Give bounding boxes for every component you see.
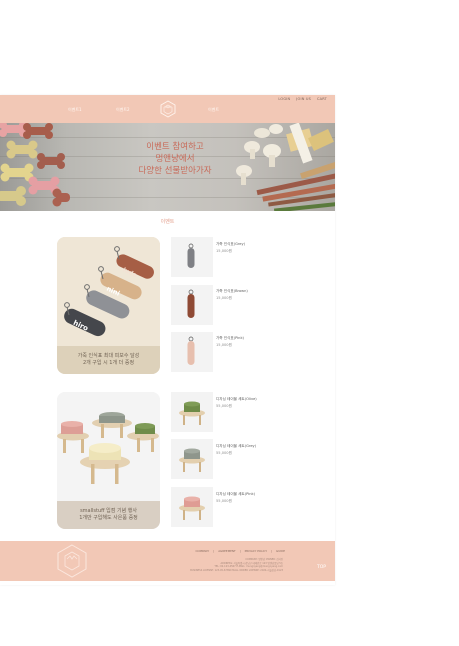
footer-link-privacy[interactable]: PRIVACY POLICY (245, 549, 267, 553)
product-info: 가죽 인식표(Pink) 15,000원 (216, 336, 244, 348)
product-name[interactable]: 가죽 인식표(Grey) (216, 242, 245, 247)
feature-caption: 가죽 인식표 최대 피보수 달성 2개 구입 시 1개 더 증정 (57, 346, 160, 374)
product-info: 디자닝 테이블 세트(Olive) 55,000원 (216, 397, 257, 409)
footer-logo-icon[interactable] (56, 544, 88, 578)
product-name[interactable]: 디자닝 테이블 세트(Grey) (216, 444, 256, 449)
feature-card-leather-tag[interactable]: luda nini hiro 가죽 인식표 최대 피보수 달성 2개 구입 시 … (57, 237, 160, 374)
product-price: 15,000원 (216, 249, 232, 253)
login-link[interactable]: LOGIN (278, 97, 290, 101)
footer-link-separator: | (271, 549, 273, 553)
feature-caption-line: 가죽 인식표 최대 피보수 달성 (77, 353, 140, 359)
product-thumb-tag-brown[interactable] (171, 285, 213, 325)
product-thumb-tag-pink[interactable] (171, 332, 213, 372)
section-title: 이벤트 (160, 219, 175, 225)
product-name[interactable]: 디자닝 테이블 세트(Olive) (216, 397, 257, 402)
footer-link-separator: | (213, 549, 215, 553)
product-image (179, 401, 205, 425)
leather-tags-photo: luda nini hiro (57, 237, 160, 347)
utility-menu: LOGIN JOIN US CART (278, 97, 327, 101)
product-price: 55,000원 (216, 499, 232, 503)
product-info: 디자닝 테이블 세트(Pink) 55,000원 (216, 492, 255, 504)
product-name[interactable]: 가죽 인식표(Brown) (216, 289, 248, 294)
feature-caption: smallstuff 입점 기념 행사 1개만 구입해도 사은품 증정 (57, 501, 160, 529)
table-set-photo (57, 392, 160, 502)
hero-line-3: 다양한 선물받아가자 (138, 166, 212, 176)
product-image (187, 336, 195, 365)
product-image (187, 243, 195, 268)
product-price: 15,000원 (216, 343, 232, 347)
cart-link[interactable]: CART (317, 97, 327, 101)
product-info: 가죽 인식표(Brown) 15,000원 (216, 289, 248, 301)
product-thumb-tag-grey[interactable] (171, 237, 213, 277)
feature-caption-line: 2개 구입 시 1개 더 증정 (82, 360, 135, 366)
footer-links: COMPANY | AGREEMENT | PRIVACY POLICY | G… (195, 549, 285, 553)
product-info: 디자닝 테이블 세트(Grey) 55,000원 (216, 444, 256, 456)
product-image (187, 289, 195, 318)
product-thumb-table-pink[interactable] (171, 487, 213, 527)
nav-item-event1[interactable]: 이벤트1 (68, 107, 82, 113)
product-name[interactable]: 가죽 인식표(Pink) (216, 336, 244, 341)
product-price: 55,000원 (216, 451, 232, 455)
hero-line-1: 이벤트 참여하고 (146, 142, 204, 152)
footer-info-line: BUSINESS LICENSE: 123-45-67890 MALL ORDE… (190, 568, 283, 572)
nav-item-event[interactable]: 이벤트 (208, 107, 219, 113)
footer-company-info: COMPANY: 멍앤냥 OWNER: 김사랑 ADDRESS: 서울특별시 강… (190, 558, 283, 572)
scroll-top-button[interactable]: TOP (317, 565, 326, 570)
product-image (179, 496, 205, 520)
logo-icon[interactable] (159, 100, 177, 118)
footer-link-guide[interactable]: GUIDE (276, 549, 285, 553)
feature-card-table-set[interactable]: smallstuff 입점 기념 행사 1개만 구입해도 사은품 증정 (57, 392, 160, 529)
product-thumb-table-grey[interactable] (171, 439, 213, 479)
join-link[interactable]: JOIN US (296, 97, 311, 101)
product-price: 15,000원 (216, 296, 232, 300)
hero-line-2: 멍앤냥에서 (155, 154, 195, 164)
product-thumb-table-olive[interactable] (171, 392, 213, 432)
feature-caption-line: 1개만 구입해도 사은품 증정 (79, 515, 138, 521)
product-image (179, 448, 205, 472)
nav-item-event2[interactable]: 이벤트2 (116, 107, 130, 113)
hero-headline: 이벤트 참여하고 멍앤냥에서 다양한 선물받아가자 (105, 141, 245, 177)
footer-link-agreement[interactable]: AGREEMENT (218, 549, 236, 553)
footer: COMPANY | AGREEMENT | PRIVACY POLICY | G… (0, 541, 335, 581)
footer-link-company[interactable]: COMPANY (195, 549, 209, 553)
feature-caption-line: smallstuff 입점 기념 행사 (80, 508, 137, 514)
header: LOGIN JOIN US CART 이벤트1 이벤트2 이벤트 (0, 95, 335, 123)
product-price: 55,000원 (216, 404, 232, 408)
product-name[interactable]: 디자닝 테이블 세트(Pink) (216, 492, 255, 497)
product-info: 가죽 인식표(Grey) 15,000원 (216, 242, 245, 254)
page: LOGIN JOIN US CART 이벤트1 이벤트2 이벤트 이벤트 참여하… (0, 95, 335, 585)
footer-link-separator: | (239, 549, 241, 553)
hero-banner: 이벤트 참여하고 멍앤냥에서 다양한 선물받아가자 (0, 123, 335, 211)
